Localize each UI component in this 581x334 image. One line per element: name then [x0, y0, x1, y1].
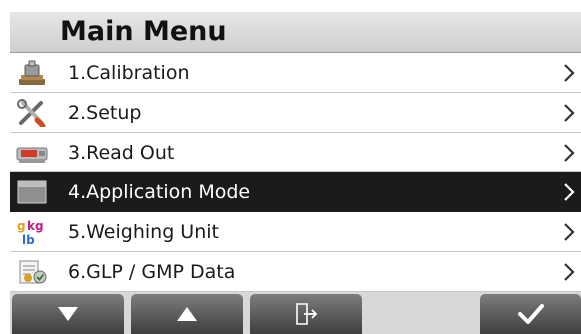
up-arrow-icon: [177, 307, 197, 321]
menu-item-label: 5.Weighing Unit: [68, 221, 219, 244]
chevron-right-icon: [564, 64, 575, 82]
title-bar: Main Menu: [10, 12, 581, 53]
checkmark-icon: [517, 304, 544, 324]
chevron-right-icon: [564, 263, 575, 281]
menu-item-setup[interactable]: 2.Setup: [10, 92, 581, 133]
application-mode-icon: [16, 178, 48, 206]
exit-icon: [296, 303, 318, 325]
chevron-right-icon: [564, 223, 575, 241]
chevron-right-icon: [564, 143, 575, 162]
softkey-bar: [10, 292, 581, 334]
unit-lb-text: lb: [22, 233, 35, 246]
weighing-unit-icon: g kg lb: [16, 218, 48, 247]
menu-item-application-mode[interactable]: 4.Application Mode: [10, 172, 581, 213]
balance-display-icon: [16, 139, 48, 167]
chevron-right-icon: [564, 183, 575, 202]
exit-button[interactable]: [250, 294, 362, 334]
menu-item-calibration[interactable]: 1.Calibration: [10, 53, 581, 93]
menu-item-glp-gmp-data[interactable]: 6.GLP / GMP Data: [10, 251, 581, 292]
menu-item-read-out[interactable]: 3.Read Out: [10, 132, 581, 173]
menu-item-label: 1.Calibration: [68, 62, 190, 84]
menu-item-label: 4.Application Mode: [68, 181, 251, 204]
main-menu-list: 1.Calibration 2.Setup 3.Read Out 4.Appli…: [10, 53, 581, 292]
tools-icon: [16, 98, 48, 129]
scroll-up-button[interactable]: [131, 294, 243, 334]
unit-kg-text: kg: [27, 219, 44, 233]
glp-data-icon: [16, 258, 48, 286]
chevron-right-icon: [564, 104, 575, 122]
menu-item-label: 2.Setup: [68, 101, 142, 124]
confirm-button[interactable]: [480, 294, 581, 334]
page-title: Main Menu: [60, 16, 227, 47]
balance-screen: Main Menu 1.Calibration 2.Setup 3.Read O…: [10, 12, 581, 334]
unit-g-text: g: [17, 219, 26, 233]
menu-item-label: 6.GLP / GMP Data: [68, 260, 236, 283]
calibration-weight-icon: [16, 59, 48, 87]
scroll-down-button[interactable]: [12, 294, 124, 334]
down-arrow-icon: [58, 307, 78, 321]
menu-item-weighing-unit[interactable]: g kg lb 5.Weighing Unit: [10, 212, 581, 252]
menu-item-label: 3.Read Out: [68, 141, 175, 164]
